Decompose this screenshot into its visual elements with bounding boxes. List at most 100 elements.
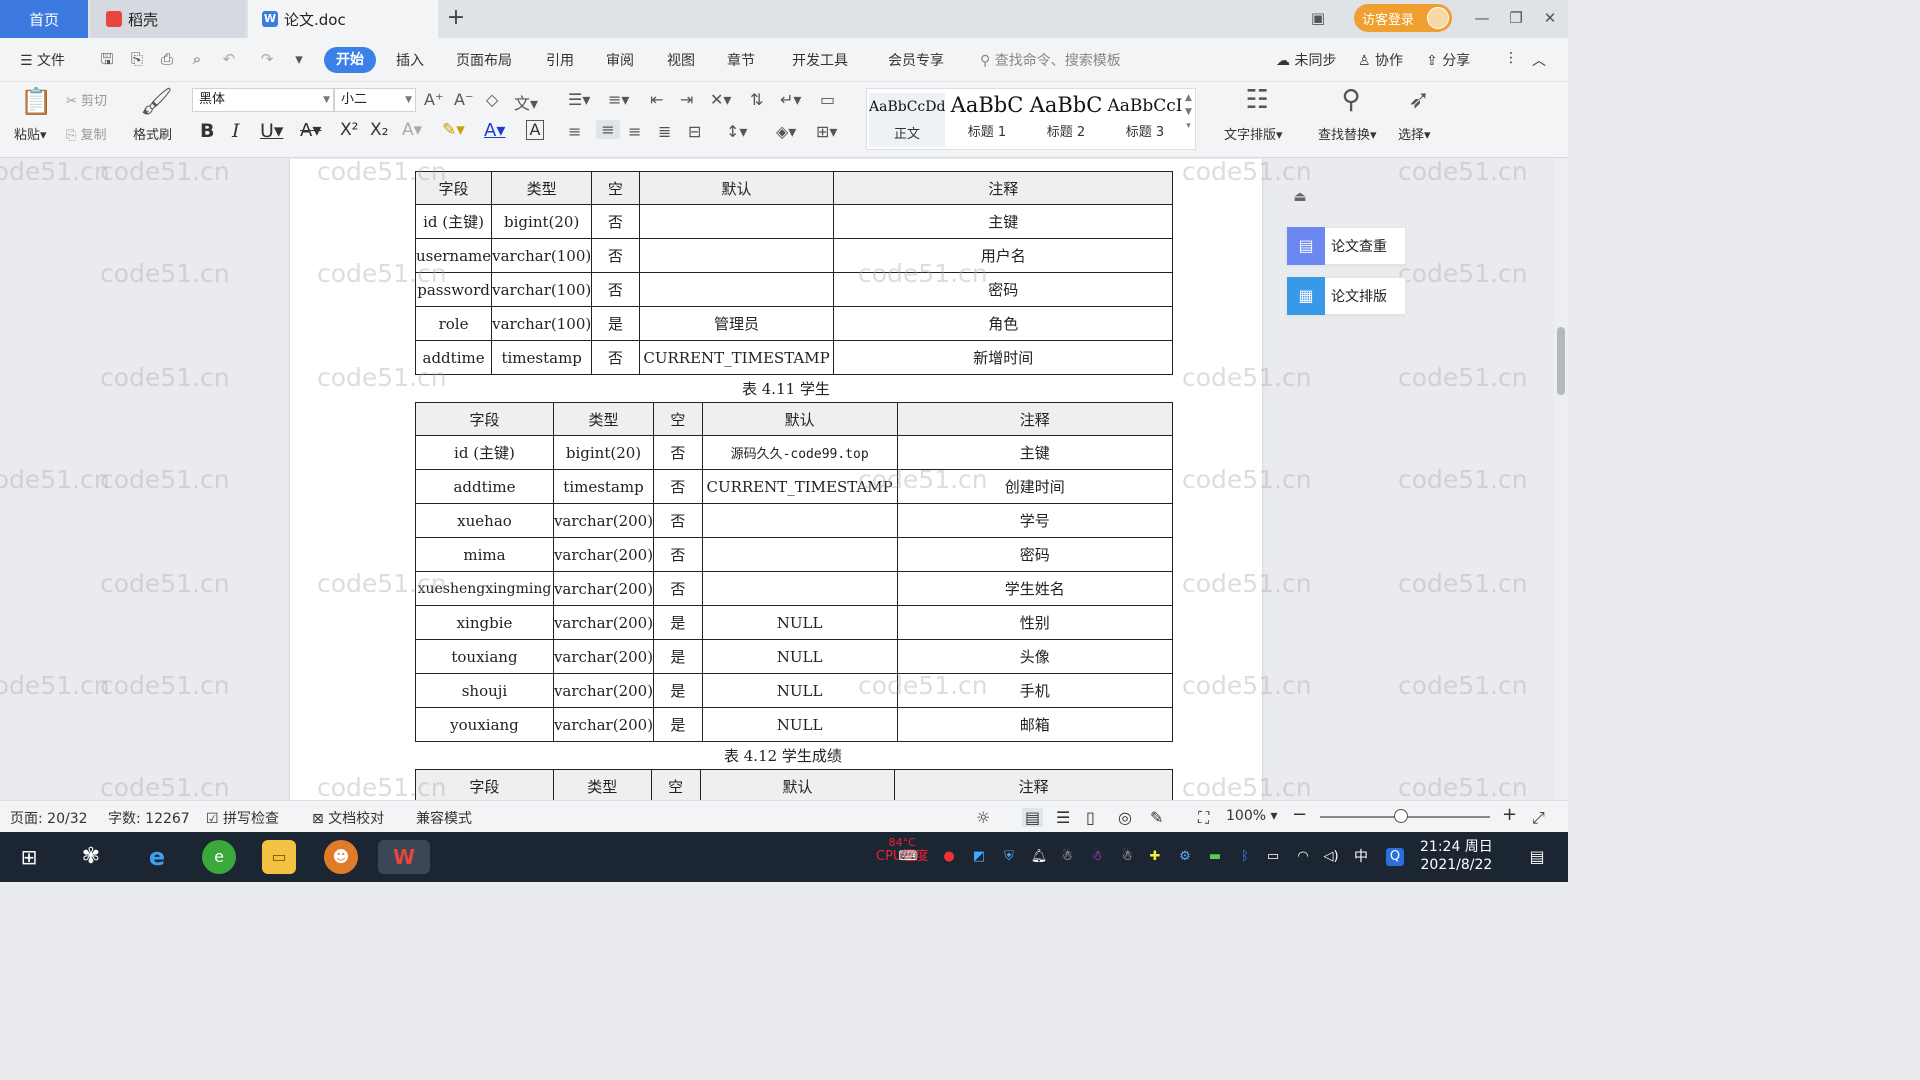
- tab-insert[interactable]: 插入: [396, 50, 424, 70]
- new-tab-button[interactable]: +: [444, 4, 468, 32]
- grow-font-icon[interactable]: A⁺: [424, 90, 443, 109]
- decrease-indent-icon[interactable]: ⇤: [650, 90, 663, 109]
- tab-ruler-icon[interactable]: ▭: [820, 90, 835, 109]
- close-icon[interactable]: ✕: [1536, 6, 1564, 30]
- word-count[interactable]: 字数: 12267: [108, 808, 190, 828]
- paper-layout-button[interactable]: ▦ 论文排版: [1286, 277, 1406, 315]
- line-spacing-icon[interactable]: ↕▾: [726, 122, 747, 141]
- highlight-icon[interactable]: ✎▾: [442, 120, 465, 140]
- tab-member[interactable]: 会员专享: [888, 50, 944, 70]
- sync-status[interactable]: ☁ 未同步: [1276, 50, 1336, 70]
- font-name-select[interactable]: 黑体 ▼: [192, 88, 334, 112]
- select-cursor-icon[interactable]: ➶: [1404, 86, 1434, 114]
- tab-review[interactable]: 审阅: [606, 50, 634, 70]
- find-replace-button[interactable]: 查找替换▾: [1318, 124, 1377, 143]
- file-explorer-icon[interactable]: ▭: [262, 840, 296, 874]
- style-normal[interactable]: AaBbCcDd 正文: [869, 93, 945, 147]
- wps-taskbar-icon[interactable]: W: [378, 840, 430, 874]
- doc-check-button[interactable]: ⊠ 文档校对: [312, 808, 384, 828]
- document-page[interactable]: 字段 类型 空 默认 注释 id (主键) bigint(20) 否 主键 us…: [290, 159, 1262, 800]
- layout-toggle-icon[interactable]: ▣: [1304, 6, 1332, 30]
- zoom-in-icon[interactable]: +: [1502, 804, 1517, 825]
- shading-icon[interactable]: ◈▾: [776, 122, 796, 141]
- borders-icon[interactable]: ⊞▾: [816, 122, 837, 141]
- clear-format-icon[interactable]: ◇: [486, 90, 498, 109]
- text-layout-icon[interactable]: ☷: [1240, 86, 1274, 114]
- wifi-icon[interactable]: ◠: [1294, 848, 1312, 866]
- format-painter-icon[interactable]: 🖌: [140, 88, 173, 116]
- page-view-icon[interactable]: ▤: [1022, 808, 1044, 827]
- paste-button[interactable]: 粘贴▾: [14, 124, 47, 143]
- print-preview-icon[interactable]: ⌕: [188, 50, 206, 68]
- shrink-font-icon[interactable]: A⁻: [454, 90, 473, 109]
- select-button[interactable]: 选择▾: [1398, 124, 1431, 143]
- save-icon[interactable]: 🖫: [98, 50, 116, 68]
- pen-icon[interactable]: ✎: [1150, 808, 1163, 827]
- ie-browser-icon[interactable]: e: [140, 840, 174, 874]
- export-icon[interactable]: ⎘: [128, 50, 146, 68]
- notification-bell-icon[interactable]: 🔔︎: [1030, 848, 1048, 866]
- tab-daoke[interactable]: 稻壳: [90, 0, 246, 38]
- tab-page-layout[interactable]: 页面布局: [456, 50, 512, 70]
- zoom-out-icon[interactable]: −: [1292, 804, 1307, 825]
- tab-start[interactable]: 开始: [324, 47, 376, 73]
- align-right-icon[interactable]: ≡: [628, 122, 641, 141]
- battery-icon[interactable]: ▭: [1264, 848, 1282, 866]
- collaborate-button[interactable]: ♙ 协作: [1358, 50, 1403, 70]
- distributed-icon[interactable]: ⊟: [688, 122, 701, 141]
- font-color-icon[interactable]: A▾: [484, 120, 505, 141]
- text-layout-button[interactable]: 文字排版▾: [1224, 124, 1283, 143]
- restore-icon[interactable]: ❐: [1502, 6, 1530, 30]
- ime-indicator[interactable]: 中: [1352, 848, 1370, 866]
- qq-alt-icon[interactable]: ☃: [1088, 848, 1106, 866]
- redo-icon[interactable]: ↷: [258, 50, 276, 68]
- style-gallery-scroll-icon[interactable]: ▲ ▼ ▾: [1185, 91, 1192, 133]
- style-heading-2[interactable]: AaBbC 标题 2: [1027, 93, 1105, 140]
- tray-settings-icon[interactable]: ⚙: [1176, 848, 1194, 866]
- cut-button[interactable]: ✂ 剪切: [66, 90, 107, 109]
- fullscreen-icon[interactable]: ⤢: [1532, 808, 1545, 828]
- underline-icon[interactable]: U▾: [260, 120, 283, 142]
- more-icon[interactable]: ⋮: [1504, 50, 1518, 66]
- align-center-icon[interactable]: ≡: [596, 120, 620, 139]
- chinese-layout-icon[interactable]: ✕▾: [710, 90, 731, 109]
- style-heading-1[interactable]: AaBbC 标题 1: [947, 93, 1027, 140]
- tray-network-app-icon[interactable]: ◩: [970, 848, 988, 866]
- tab-chapter[interactable]: 章节: [727, 50, 755, 70]
- volume-icon[interactable]: ◁): [1322, 848, 1340, 866]
- shield-icon[interactable]: ⛨: [1000, 848, 1018, 866]
- browser-360-icon[interactable]: e: [202, 840, 236, 874]
- file-menu[interactable]: ☰ 文件: [20, 50, 65, 70]
- phonetic-icon[interactable]: 文▾: [514, 90, 538, 114]
- quick-access-dropdown-icon[interactable]: ▾: [290, 50, 308, 68]
- numbered-list-icon[interactable]: ≡▾: [608, 90, 629, 109]
- tab-developer[interactable]: 开发工具: [792, 50, 848, 70]
- scrollbar-thumb[interactable]: [1557, 327, 1565, 395]
- command-search[interactable]: ⚲ 查找命令、搜索模板: [980, 50, 1121, 70]
- visitor-login-button[interactable]: 访客登录: [1354, 4, 1452, 32]
- game-app-icon[interactable]: ☻: [324, 840, 358, 874]
- search-app-icon[interactable]: Q: [1386, 848, 1404, 866]
- tray-app-icon[interactable]: ●: [940, 848, 958, 866]
- qq-icon[interactable]: ☃: [1058, 848, 1076, 866]
- copy-button[interactable]: ⎘ 复制: [66, 124, 107, 143]
- table-student-scores[interactable]: 字段 类型 空 默认 注释: [415, 769, 1173, 800]
- eye-protect-icon[interactable]: ☼: [976, 808, 990, 827]
- page-indicator[interactable]: 页面: 20/32: [10, 808, 88, 828]
- zoom-level[interactable]: 100% ▾: [1226, 808, 1278, 824]
- spell-check-button[interactable]: ☑ 拼写检查: [206, 808, 279, 828]
- undo-icon[interactable]: ↶: [220, 50, 238, 68]
- web-view-icon[interactable]: ◎: [1118, 808, 1132, 827]
- tab-home[interactable]: 首页: [0, 0, 88, 38]
- tab-document[interactable]: W 论文.doc: [248, 0, 438, 38]
- collapse-panel-icon[interactable]: ⏏: [1288, 189, 1312, 213]
- show-marks-icon[interactable]: ↵▾: [780, 90, 801, 109]
- format-painter-button[interactable]: 格式刷: [133, 124, 172, 143]
- paste-icon[interactable]: 📋: [20, 88, 52, 116]
- vertical-scrollbar[interactable]: [1554, 159, 1568, 800]
- table-student[interactable]: 字段 类型 空 默认 注释 id (主键) bigint(20) 否 源码久久-…: [415, 402, 1174, 742]
- system-clock[interactable]: 21:24 周日 2021/8/22: [1420, 838, 1493, 874]
- justify-icon[interactable]: ≣: [658, 122, 671, 141]
- zoom-slider-handle[interactable]: [1394, 809, 1408, 823]
- style-heading-3[interactable]: AaBbCcI 标题 3: [1105, 93, 1185, 140]
